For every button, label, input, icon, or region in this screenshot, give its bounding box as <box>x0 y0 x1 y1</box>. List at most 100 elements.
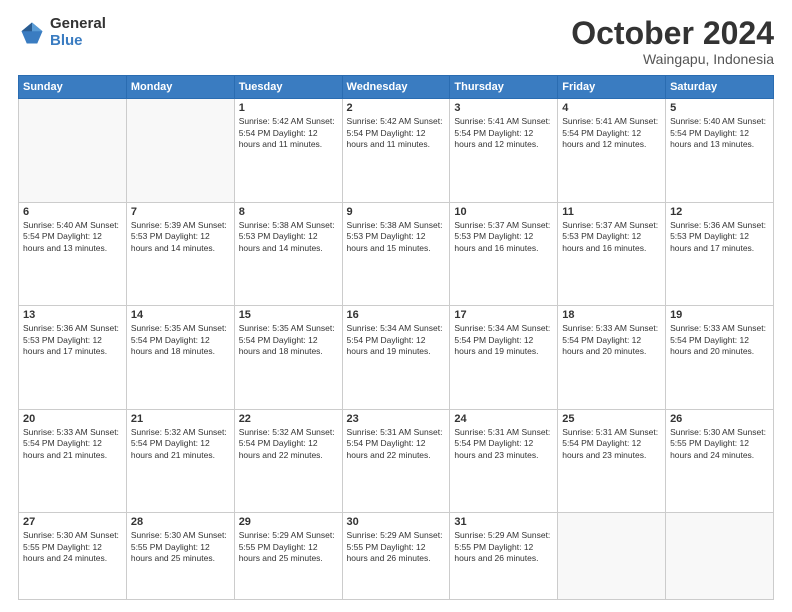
day-info: Sunrise: 5:33 AM Sunset: 5:54 PM Dayligh… <box>670 323 769 357</box>
day-info: Sunrise: 5:30 AM Sunset: 5:55 PM Dayligh… <box>23 530 122 564</box>
calendar-cell: 7 Sunrise: 5:39 AM Sunset: 5:53 PM Daylig… <box>126 202 234 306</box>
calendar-cell: 17Sunrise: 5:34 AM Sunset: 5:54 PM Dayli… <box>450 306 558 410</box>
calendar-cell: 13 Sunrise: 5:36 AM Sunset: 5:53 PM Dayli… <box>19 306 127 410</box>
calendar-cell: 25 Sunrise: 5:31 AM Sunset: 5:54 PM Dayli… <box>558 409 666 513</box>
day-info: Sunrise: 5:41 AM Sunset: 5:54 PM Dayligh… <box>562 116 661 150</box>
day-number: 26 <box>670 413 769 425</box>
calendar-cell: 18 Sunrise: 5:33 AM Sunset: 5:54 PM Dayli… <box>558 306 666 410</box>
calendar-week-4: 20 Sunrise: 5:33 AM Sunset: 5:54 PM Dayli… <box>19 409 774 513</box>
day-info: Sunrise: 5:33 AM Sunset: 5:54 PM Dayligh… <box>562 323 661 357</box>
day-info: Sunrise: 5:34 AM Sunset: 5:54 PM Dayligh… <box>347 323 446 357</box>
th-saturday: Saturday <box>666 76 774 99</box>
day-number: 20 <box>23 413 122 425</box>
day-info: Sunrise: 5:33 AM Sunset: 5:54 PM Dayligh… <box>23 427 122 461</box>
day-number: 28 <box>131 516 230 528</box>
day-info: Sunrise: 5:29 AM Sunset: 5:55 PM Dayligh… <box>239 530 338 564</box>
logo-text: General Blue <box>50 16 106 49</box>
day-info: Sunrise: 5:40 AM Sunset: 5:54 PM Dayligh… <box>670 116 769 150</box>
day-number: 29 <box>239 516 338 528</box>
day-number: 30 <box>347 516 446 528</box>
calendar-cell: 8 Sunrise: 5:38 AM Sunset: 5:53 PM Daylig… <box>234 202 342 306</box>
logo-icon <box>18 19 46 47</box>
calendar-cell: 2Sunrise: 5:42 AM Sunset: 5:54 PM Daylig… <box>342 99 450 203</box>
day-number: 24 <box>454 413 553 425</box>
day-info: Sunrise: 5:38 AM Sunset: 5:53 PM Dayligh… <box>347 220 446 254</box>
calendar-cell: 31 Sunrise: 5:29 AM Sunset: 5:55 PM Dayli… <box>450 513 558 600</box>
calendar-cell: 21Sunrise: 5:32 AM Sunset: 5:54 PM Dayli… <box>126 409 234 513</box>
th-tuesday: Tuesday <box>234 76 342 99</box>
calendar-cell: 10 Sunrise: 5:37 AM Sunset: 5:53 PM Dayli… <box>450 202 558 306</box>
day-info: Sunrise: 5:41 AM Sunset: 5:54 PM Dayligh… <box>454 116 553 150</box>
calendar-week-2: 6Sunrise: 5:40 AM Sunset: 5:54 PM Daylig… <box>19 202 774 306</box>
day-number: 8 <box>239 206 338 218</box>
calendar-cell: 20 Sunrise: 5:33 AM Sunset: 5:54 PM Dayli… <box>19 409 127 513</box>
day-number: 25 <box>562 413 661 425</box>
day-info: Sunrise: 5:29 AM Sunset: 5:55 PM Dayligh… <box>454 530 553 564</box>
calendar-page: General Blue October 2024 Waingapu, Indo… <box>0 0 792 612</box>
day-number: 7 <box>131 206 230 218</box>
title-block: October 2024 Waingapu, Indonesia <box>571 16 774 67</box>
day-info: Sunrise: 5:39 AM Sunset: 5:53 PM Dayligh… <box>131 220 230 254</box>
calendar-week-1: 1 Sunrise: 5:42 AM Sunset: 5:54 PM Daylig… <box>19 99 774 203</box>
day-number: 18 <box>562 309 661 321</box>
weekday-header-row: Sunday Monday Tuesday Wednesday Thursday… <box>19 76 774 99</box>
day-number: 10 <box>454 206 553 218</box>
calendar-cell: 15 Sunrise: 5:35 AM Sunset: 5:54 PM Dayli… <box>234 306 342 410</box>
day-number: 12 <box>670 206 769 218</box>
day-info: Sunrise: 5:30 AM Sunset: 5:55 PM Dayligh… <box>670 427 769 461</box>
calendar-cell: 22Sunrise: 5:32 AM Sunset: 5:54 PM Dayli… <box>234 409 342 513</box>
day-info: Sunrise: 5:38 AM Sunset: 5:53 PM Dayligh… <box>239 220 338 254</box>
day-number: 21 <box>131 413 230 425</box>
day-info: Sunrise: 5:35 AM Sunset: 5:54 PM Dayligh… <box>131 323 230 357</box>
logo: General Blue <box>18 16 106 49</box>
day-info: Sunrise: 5:34 AM Sunset: 5:54 PM Dayligh… <box>454 323 553 357</box>
calendar-cell: 29 Sunrise: 5:29 AM Sunset: 5:55 PM Dayli… <box>234 513 342 600</box>
day-number: 11 <box>562 206 661 218</box>
calendar-cell <box>19 99 127 203</box>
th-sunday: Sunday <box>19 76 127 99</box>
th-thursday: Thursday <box>450 76 558 99</box>
calendar-cell: 26 Sunrise: 5:30 AM Sunset: 5:55 PM Dayli… <box>666 409 774 513</box>
calendar-week-3: 13 Sunrise: 5:36 AM Sunset: 5:53 PM Dayli… <box>19 306 774 410</box>
calendar-cell: 30Sunrise: 5:29 AM Sunset: 5:55 PM Dayli… <box>342 513 450 600</box>
calendar-cell: 6Sunrise: 5:40 AM Sunset: 5:54 PM Daylig… <box>19 202 127 306</box>
calendar-cell: 24 Sunrise: 5:31 AM Sunset: 5:54 PM Dayli… <box>450 409 558 513</box>
day-info: Sunrise: 5:36 AM Sunset: 5:53 PM Dayligh… <box>23 323 122 357</box>
day-number: 31 <box>454 516 553 528</box>
day-info: Sunrise: 5:31 AM Sunset: 5:54 PM Dayligh… <box>562 427 661 461</box>
day-number: 4 <box>562 102 661 114</box>
calendar-cell: 28 Sunrise: 5:30 AM Sunset: 5:55 PM Dayli… <box>126 513 234 600</box>
th-friday: Friday <box>558 76 666 99</box>
calendar-cell: 12 Sunrise: 5:36 AM Sunset: 5:53 PM Dayli… <box>666 202 774 306</box>
calendar-cell: 4 Sunrise: 5:41 AM Sunset: 5:54 PM Daylig… <box>558 99 666 203</box>
day-info: Sunrise: 5:31 AM Sunset: 5:54 PM Dayligh… <box>454 427 553 461</box>
day-number: 5 <box>670 102 769 114</box>
day-number: 27 <box>23 516 122 528</box>
day-number: 15 <box>239 309 338 321</box>
day-number: 19 <box>670 309 769 321</box>
calendar-cell <box>666 513 774 600</box>
day-info: Sunrise: 5:31 AM Sunset: 5:54 PM Dayligh… <box>347 427 446 461</box>
calendar-cell: 11Sunrise: 5:37 AM Sunset: 5:53 PM Dayli… <box>558 202 666 306</box>
day-info: Sunrise: 5:40 AM Sunset: 5:54 PM Dayligh… <box>23 220 122 254</box>
day-info: Sunrise: 5:42 AM Sunset: 5:54 PM Dayligh… <box>239 116 338 150</box>
day-number: 13 <box>23 309 122 321</box>
logo-general-text: General <box>50 16 106 33</box>
day-info: Sunrise: 5:35 AM Sunset: 5:54 PM Dayligh… <box>239 323 338 357</box>
day-number: 9 <box>347 206 446 218</box>
day-number: 23 <box>347 413 446 425</box>
calendar-cell <box>126 99 234 203</box>
calendar-cell: 14Sunrise: 5:35 AM Sunset: 5:54 PM Dayli… <box>126 306 234 410</box>
day-number: 3 <box>454 102 553 114</box>
day-info: Sunrise: 5:42 AM Sunset: 5:54 PM Dayligh… <box>347 116 446 150</box>
location: Waingapu, Indonesia <box>571 51 774 67</box>
day-info: Sunrise: 5:32 AM Sunset: 5:54 PM Dayligh… <box>239 427 338 461</box>
calendar-cell: 1 Sunrise: 5:42 AM Sunset: 5:54 PM Daylig… <box>234 99 342 203</box>
calendar-cell <box>558 513 666 600</box>
calendar-cell: 5 Sunrise: 5:40 AM Sunset: 5:54 PM Daylig… <box>666 99 774 203</box>
day-info: Sunrise: 5:37 AM Sunset: 5:53 PM Dayligh… <box>454 220 553 254</box>
day-number: 1 <box>239 102 338 114</box>
day-info: Sunrise: 5:30 AM Sunset: 5:55 PM Dayligh… <box>131 530 230 564</box>
day-info: Sunrise: 5:36 AM Sunset: 5:53 PM Dayligh… <box>670 220 769 254</box>
th-wednesday: Wednesday <box>342 76 450 99</box>
